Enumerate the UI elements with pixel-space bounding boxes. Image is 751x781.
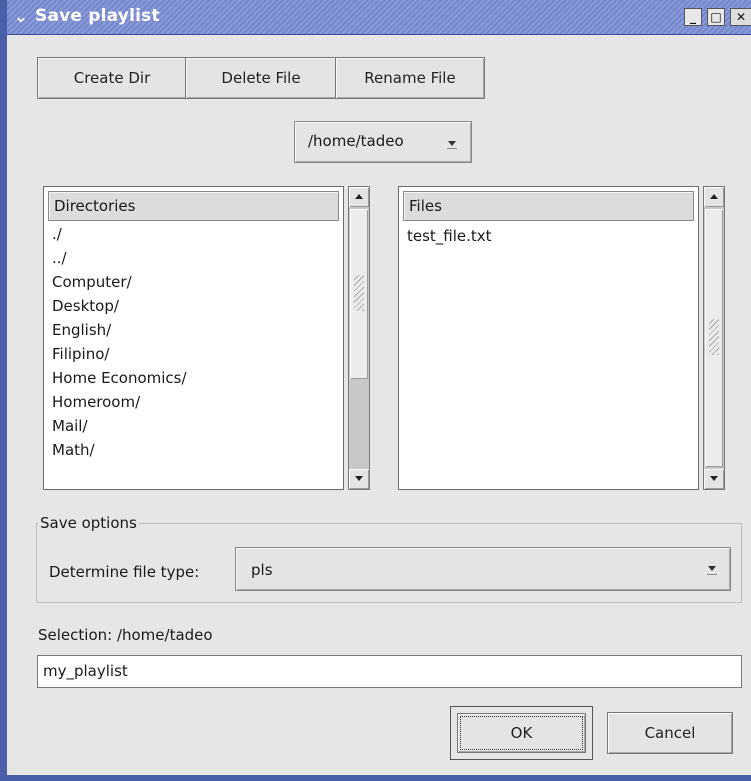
chevron-down-icon <box>448 141 456 146</box>
maximize-icon[interactable]: □ <box>707 8 725 26</box>
arrow-down-icon <box>710 476 718 481</box>
file-type-dropdown[interactable]: pls <box>235 547 731 591</box>
filename-input[interactable]: my_playlist <box>37 655 742 688</box>
combo-underline <box>707 574 717 575</box>
create-dir-button[interactable]: Create Dir <box>37 57 187 99</box>
selection-label: Selection: /home/tadeo <box>38 626 213 644</box>
list-item[interactable]: Desktop/ <box>52 297 119 316</box>
ok-button[interactable]: OK <box>457 713 586 753</box>
arrow-up-icon <box>710 194 718 199</box>
list-item[interactable]: Mail/ <box>52 417 88 436</box>
window-title: Save playlist <box>35 6 160 26</box>
grip-icon <box>709 319 719 355</box>
ok-button-frame[interactable]: OK <box>450 706 593 760</box>
files-scrollbar[interactable] <box>703 186 725 490</box>
arrow-up-icon <box>355 194 363 199</box>
minimize-icon[interactable]: _ <box>684 8 702 26</box>
list-item[interactable]: Homeroom/ <box>52 393 140 412</box>
files-header[interactable]: Files <box>403 191 694 221</box>
files-list[interactable]: Files test_file.txt <box>398 186 699 490</box>
scroll-down-button[interactable] <box>704 469 724 489</box>
list-item[interactable]: ./ <box>52 225 62 244</box>
directories-header[interactable]: Directories <box>48 191 339 221</box>
list-item[interactable]: Home Economics/ <box>52 369 187 388</box>
window-menu-icon[interactable]: ⌄ <box>11 7 31 27</box>
chevron-down-icon <box>708 566 716 571</box>
directories-scrollbar[interactable] <box>348 186 370 490</box>
rename-file-button[interactable]: Rename File <box>335 57 485 99</box>
list-item[interactable]: Computer/ <box>52 273 132 292</box>
scroll-down-button[interactable] <box>349 469 369 489</box>
grip-icon <box>354 275 364 311</box>
scroll-up-button[interactable] <box>349 187 369 207</box>
list-item[interactable]: English/ <box>52 321 111 340</box>
file-type-label: Determine file type: <box>49 563 200 581</box>
scrollbar-thumb[interactable] <box>350 209 368 379</box>
file-type-value: pls <box>251 561 273 579</box>
list-item[interactable]: ../ <box>52 249 67 268</box>
save-options-legend: Save options <box>38 514 139 532</box>
list-item[interactable]: Filipino/ <box>52 345 109 364</box>
close-icon[interactable]: ✕ <box>730 8 751 26</box>
path-dropdown-value: /home/tadeo <box>308 132 404 150</box>
scrollbar-thumb[interactable] <box>705 209 723 467</box>
cancel-button[interactable]: Cancel <box>607 712 733 754</box>
arrow-down-icon <box>355 476 363 481</box>
title-bar[interactable]: ⌄ Save playlist _ □ ✕ <box>7 0 751 35</box>
scroll-up-button[interactable] <box>704 187 724 207</box>
dialog-window: ⌄ Save playlist _ □ ✕ Create Dir Delete … <box>0 0 751 781</box>
list-item[interactable]: test_file.txt <box>407 227 492 246</box>
path-dropdown[interactable]: /home/tadeo <box>294 121 472 163</box>
list-item[interactable]: Math/ <box>52 441 95 460</box>
delete-file-button[interactable]: Delete File <box>185 57 337 99</box>
directories-list[interactable]: Directories ./ ../ Computer/ Desktop/ En… <box>43 186 344 490</box>
combo-underline <box>447 148 457 149</box>
